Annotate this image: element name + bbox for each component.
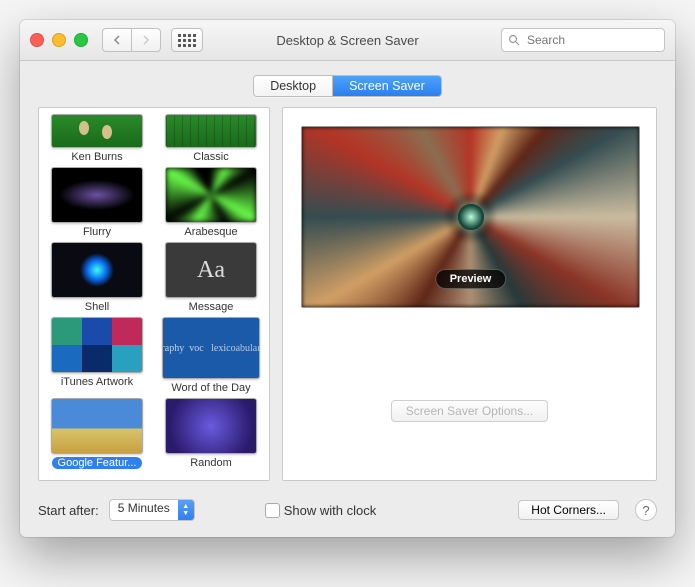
preview-area[interactable]: Preview <box>301 126 640 308</box>
thumb-icon <box>51 317 143 373</box>
back-button[interactable] <box>102 28 131 52</box>
nav-buttons <box>102 28 161 52</box>
saver-message[interactable]: Aa Message <box>159 242 263 313</box>
saver-google-featured[interactable]: Google Featur... <box>45 398 149 469</box>
hot-corners-button[interactable]: Hot Corners... <box>518 500 619 520</box>
saver-itunes[interactable]: iTunes Artwork <box>45 317 149 394</box>
thumb-label: Message <box>183 301 240 313</box>
thumb-icon <box>51 398 143 454</box>
show-clock-label: Show with clock <box>284 503 376 518</box>
thumb-icon: graphy voc lexico abulary <box>162 317 260 379</box>
show-all-button[interactable] <box>171 28 203 52</box>
saver-arabesque[interactable]: Arabesque <box>159 167 263 238</box>
stepper-icon: ▲▼ <box>178 500 194 520</box>
saver-ken-burns[interactable]: Ken Burns <box>45 114 149 163</box>
thumb-label: Arabesque <box>178 226 243 238</box>
preview-pane: Preview Screen Saver Options... <box>282 107 657 481</box>
thumb-label: Flurry <box>77 226 117 238</box>
thumb-icon: Aa <box>165 242 257 298</box>
thumb-icon <box>165 114 257 148</box>
titlebar: Desktop & Screen Saver <box>20 20 675 61</box>
tab-switcher: Desktop Screen Saver <box>20 61 675 107</box>
help-button[interactable]: ? <box>635 499 657 521</box>
zoom-icon[interactable] <box>74 33 88 47</box>
saver-list[interactable]: Ken Burns Classic Flurry <box>38 107 270 481</box>
close-icon[interactable] <box>30 33 44 47</box>
thumb-icon <box>165 398 257 454</box>
thumb-icon <box>51 242 143 298</box>
minimize-icon[interactable] <box>52 33 66 47</box>
saver-shell[interactable]: Shell <box>45 242 149 313</box>
search-input[interactable] <box>525 32 658 48</box>
grid-icon <box>178 34 196 47</box>
search-field[interactable] <box>501 28 665 52</box>
saver-random[interactable]: Random <box>159 398 263 469</box>
footer: Start after: 5 Minutes ▲▼ Show with cloc… <box>20 491 675 537</box>
thumb-label: Random <box>184 457 238 469</box>
show-clock-checkbox[interactable]: Show with clock <box>265 503 376 518</box>
checkbox-icon <box>265 503 280 518</box>
tab-screensaver[interactable]: Screen Saver <box>333 76 441 96</box>
saver-word[interactable]: graphy voc lexico abulary Word of the Da… <box>159 317 263 394</box>
prefs-window: Desktop & Screen Saver Desktop Screen Sa… <box>20 20 675 537</box>
screensaver-options-button[interactable]: Screen Saver Options... <box>391 400 548 422</box>
thumb-label: Ken Burns <box>65 151 128 163</box>
thumb-icon <box>51 114 143 148</box>
thumb-label: iTunes Artwork <box>55 376 139 388</box>
forward-button[interactable] <box>131 28 161 52</box>
preview-badge: Preview <box>435 269 507 289</box>
content-area: Ken Burns Classic Flurry <box>20 107 675 491</box>
saver-flurry[interactable]: Flurry <box>45 167 149 238</box>
search-icon <box>508 34 520 46</box>
thumb-label: Google Featur... <box>52 457 143 469</box>
window-controls <box>30 33 88 47</box>
start-after-select[interactable]: 5 Minutes ▲▼ <box>109 499 195 521</box>
thumb-label: Classic <box>187 151 234 163</box>
start-after-value: 5 Minutes <box>110 500 178 520</box>
thumb-icon <box>51 167 143 223</box>
saver-classic[interactable]: Classic <box>159 114 263 163</box>
start-after-label: Start after: <box>38 503 99 518</box>
tab-desktop[interactable]: Desktop <box>254 76 333 96</box>
thumb-label: Word of the Day <box>165 382 256 394</box>
thumb-icon <box>165 167 257 223</box>
thumb-label: Shell <box>79 301 115 313</box>
